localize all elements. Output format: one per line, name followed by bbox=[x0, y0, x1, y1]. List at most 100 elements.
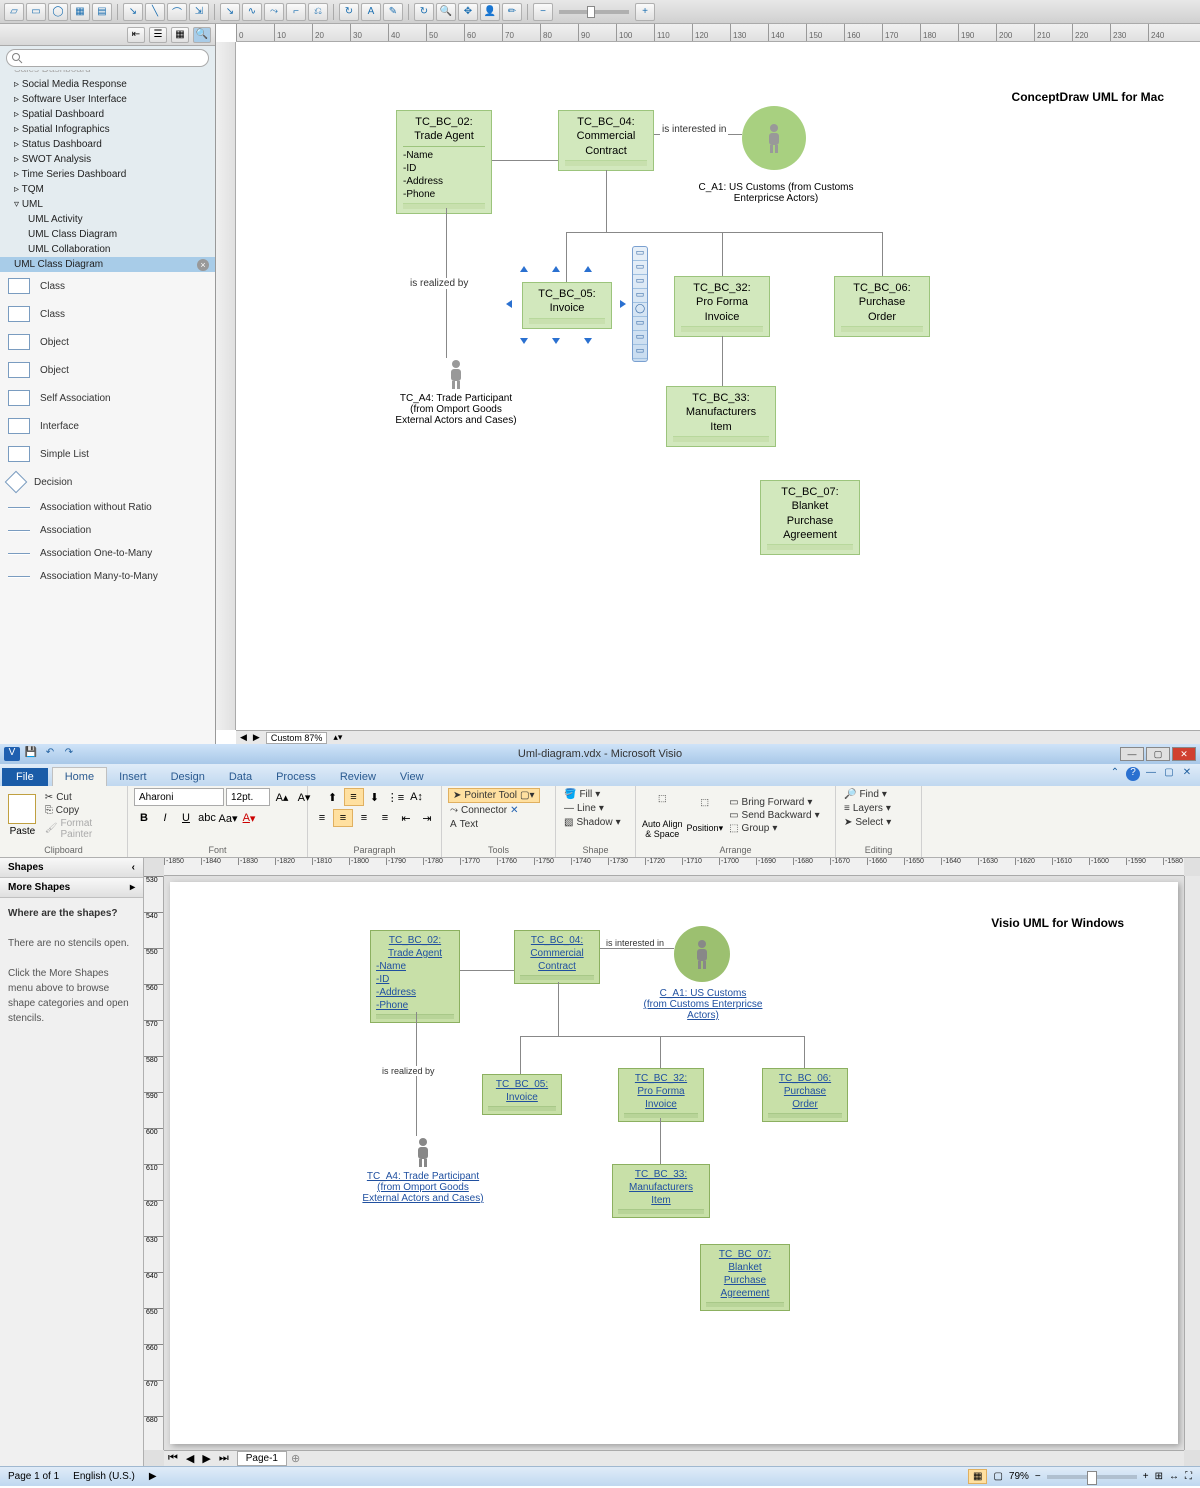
connector[interactable] bbox=[566, 232, 882, 233]
shapes-panel-header[interactable]: Shapes‹ bbox=[0, 858, 143, 878]
grid-tool-icon[interactable]: ▦ bbox=[70, 3, 90, 21]
page-nav-first-icon[interactable]: ⏮ bbox=[164, 1452, 182, 1465]
close-icon[interactable]: × bbox=[197, 259, 209, 271]
tree-item[interactable]: ▹ SWOT Analysis bbox=[0, 152, 215, 167]
actor-circle[interactable] bbox=[742, 106, 806, 170]
tree-item[interactable]: ▹ TQM bbox=[0, 182, 215, 197]
align-center-icon[interactable]: ≡ bbox=[333, 809, 353, 827]
zoom-stepper-icon[interactable]: ▴▾ bbox=[333, 732, 342, 743]
shape-class[interactable]: Class bbox=[0, 300, 215, 328]
align-bottom-icon[interactable]: ⬇ bbox=[365, 788, 385, 806]
connector[interactable] bbox=[558, 982, 559, 1036]
shape-object[interactable]: Object bbox=[0, 328, 215, 356]
actor-circle[interactable] bbox=[674, 926, 730, 982]
uml-class-box[interactable]: TC_BC_04: Commercial Contract bbox=[558, 110, 654, 171]
rect-tool-icon[interactable]: ▭ bbox=[26, 3, 46, 21]
connector[interactable] bbox=[566, 232, 567, 282]
line-button[interactable]: — Line ▾ bbox=[562, 802, 606, 815]
uml-class-box[interactable]: TC_BC_05: Invoice bbox=[482, 1074, 562, 1115]
shape-association[interactable]: Association bbox=[0, 519, 215, 542]
language-status[interactable]: English (U.S.) bbox=[73, 1471, 135, 1482]
tab-data[interactable]: Data bbox=[217, 768, 264, 786]
text-tool-icon[interactable]: A bbox=[361, 3, 381, 21]
shape-association-1m[interactable]: Association One-to-Many bbox=[0, 542, 215, 565]
grow-font-icon[interactable]: A▴ bbox=[272, 788, 292, 806]
arrow-tool-icon[interactable]: ↘ bbox=[220, 3, 240, 21]
uml-class-box[interactable]: TC_BC_32: Pro Forma Invoice bbox=[618, 1068, 704, 1122]
selection-handle[interactable] bbox=[552, 338, 560, 348]
uml-class-box[interactable]: TC_BC_02: Trade Agent -Name -ID -Address… bbox=[370, 930, 460, 1023]
auto-align-button[interactable]: ⬚Auto Align & Space bbox=[642, 793, 683, 839]
elbow-tool-icon[interactable]: ⌐ bbox=[286, 3, 306, 21]
strike-button[interactable]: abc bbox=[197, 809, 217, 827]
library-search-input[interactable] bbox=[6, 49, 209, 67]
marker-tool-icon[interactable]: ✏ bbox=[502, 3, 522, 21]
shape-self-association[interactable]: Self Association bbox=[0, 384, 215, 412]
page-nav-prev-icon[interactable]: ◀ bbox=[182, 1452, 198, 1465]
align-right-icon[interactable]: ≡ bbox=[354, 809, 374, 827]
pan-tool-icon[interactable]: ✥ bbox=[458, 3, 478, 21]
collapse-icon[interactable]: ‹ bbox=[132, 862, 135, 873]
zoom-display[interactable]: Custom 87% bbox=[266, 732, 328, 744]
eyedropper-tool-icon[interactable]: ✎ bbox=[383, 3, 403, 21]
visio-drawing-canvas[interactable]: Visio UML for Windows TC_BC_02: Trade Ag… bbox=[170, 882, 1178, 1444]
zoom-slider[interactable] bbox=[559, 10, 629, 14]
connector-tool-icon[interactable]: ↘ bbox=[123, 3, 143, 21]
send-backward-button[interactable]: ▭ Send Backward ▾ bbox=[727, 809, 822, 822]
align-middle-icon[interactable]: ≡ bbox=[344, 788, 364, 806]
connector[interactable] bbox=[460, 970, 514, 971]
zoom-level[interactable]: 79% bbox=[1009, 1471, 1029, 1482]
actor-trade-participant[interactable]: TC_A4: Trade Participant (from Omport Go… bbox=[358, 1136, 488, 1204]
grid-view-icon[interactable]: ▦ bbox=[171, 27, 189, 43]
cut-button[interactable]: ✂ Cut bbox=[43, 791, 121, 804]
select-button[interactable]: ➤ Select ▾ bbox=[842, 816, 893, 829]
paste-button[interactable]: Paste bbox=[6, 794, 39, 837]
tab-process[interactable]: Process bbox=[264, 768, 328, 786]
format-painter-button[interactable]: 🖌 Format Painter bbox=[43, 817, 121, 841]
selection-handle[interactable] bbox=[520, 262, 528, 272]
vertical-scrollbar[interactable] bbox=[1184, 876, 1200, 1450]
scroll-left-icon[interactable]: ◀ bbox=[240, 732, 247, 743]
selection-handle[interactable] bbox=[520, 338, 528, 348]
uml-class-box[interactable]: TC_BC_07: Blanket Purchase Agreement bbox=[760, 480, 860, 555]
pointer-tool-button[interactable]: ➤ Pointer Tool ▢▾ bbox=[448, 788, 540, 803]
case-button[interactable]: Aa▾ bbox=[218, 809, 238, 827]
scroll-right-icon[interactable]: ▶ bbox=[253, 732, 260, 743]
shape-decision[interactable]: Decision bbox=[0, 468, 215, 496]
close-button[interactable]: ✕ bbox=[1172, 747, 1196, 761]
help-icon[interactable]: ? bbox=[1126, 767, 1140, 781]
line-tool-icon[interactable]: ╲ bbox=[145, 3, 165, 21]
italic-button[interactable]: I bbox=[155, 809, 175, 827]
tree-item[interactable]: Sales Dashboard bbox=[0, 70, 215, 77]
macro-icon[interactable]: ▶ bbox=[149, 1471, 157, 1482]
curve-tool-icon[interactable]: ∿ bbox=[242, 3, 262, 21]
shape-interface[interactable]: Interface bbox=[0, 412, 215, 440]
connector[interactable] bbox=[492, 160, 558, 161]
fullscreen-icon[interactable]: ⛶ bbox=[1185, 1471, 1192, 1482]
connector[interactable] bbox=[660, 1036, 661, 1068]
page-nav-last-icon[interactable]: ⏭ bbox=[215, 1452, 233, 1465]
font-size-select[interactable] bbox=[226, 788, 270, 806]
connector[interactable] bbox=[882, 232, 883, 276]
uml-class-box[interactable]: TC_BC_33: Manufacturers Item bbox=[666, 386, 776, 447]
layers-button[interactable]: ≡ Layers ▾ bbox=[842, 802, 893, 815]
font-family-select[interactable] bbox=[134, 788, 224, 806]
doc-restore-icon[interactable]: ▢ bbox=[1162, 767, 1176, 781]
tree-item[interactable]: ▹ Time Series Dashboard bbox=[0, 167, 215, 182]
connector[interactable] bbox=[722, 232, 723, 276]
refresh-tool-icon[interactable]: ↻ bbox=[414, 3, 434, 21]
connector[interactable] bbox=[804, 1036, 805, 1068]
zoom-out-icon[interactable]: − bbox=[1035, 1471, 1041, 1482]
shape-association[interactable]: Association without Ratio bbox=[0, 496, 215, 519]
tree-item[interactable]: UML Activity bbox=[0, 212, 215, 227]
person-tool-icon[interactable]: 👤 bbox=[480, 3, 500, 21]
zoom-tool-icon[interactable]: 🔍 bbox=[436, 3, 456, 21]
shape-simple-list[interactable]: Simple List bbox=[0, 440, 215, 468]
align-top-icon[interactable]: ⬆ bbox=[323, 788, 343, 806]
fit-page-icon[interactable]: ⊞ bbox=[1155, 1471, 1163, 1482]
connector[interactable] bbox=[606, 170, 607, 232]
list-view-icon[interactable]: ☰ bbox=[149, 27, 167, 43]
ellipse-tool-icon[interactable]: ◯ bbox=[48, 3, 68, 21]
pointer-tool-icon[interactable]: ▱ bbox=[4, 3, 24, 21]
tree-item-selected[interactable]: UML Class Diagram× bbox=[0, 257, 215, 272]
